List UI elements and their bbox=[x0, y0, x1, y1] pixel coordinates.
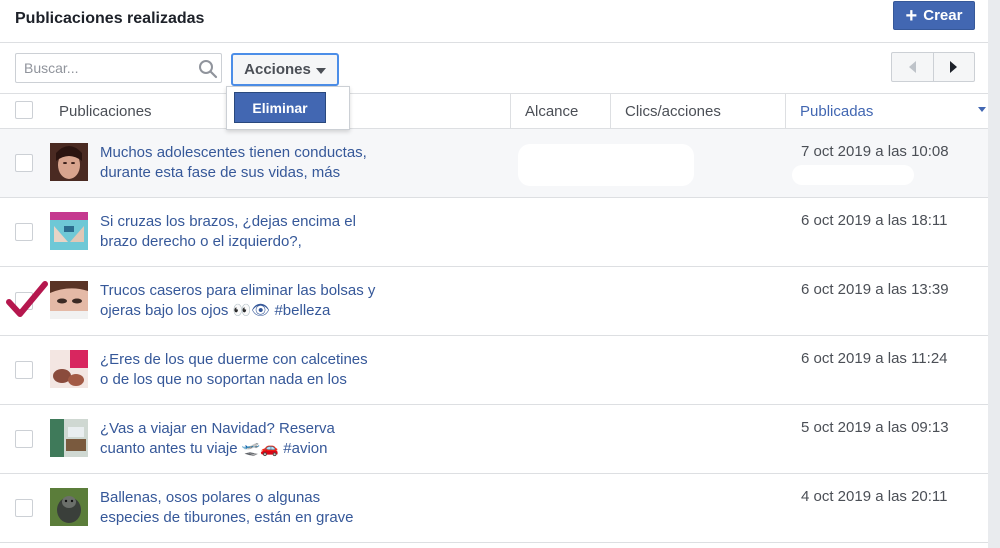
row-checkbox[interactable] bbox=[15, 154, 33, 172]
publish-date: 6 oct 2019 a las 13:39 bbox=[801, 281, 949, 298]
chevron-right-icon bbox=[950, 61, 958, 73]
post-thumbnail bbox=[50, 281, 88, 319]
page-header: Publicaciones realizadas + Crear bbox=[0, 0, 988, 43]
post-thumbnail bbox=[50, 143, 88, 181]
post-link[interactable]: Si cruzas los brazos, ¿dejas encima el b… bbox=[100, 212, 400, 252]
search-input[interactable] bbox=[24, 59, 194, 77]
table-row[interactable]: Muchos adolescentes tienen conductas, du… bbox=[0, 129, 988, 198]
publish-date: 6 oct 2019 a las 11:24 bbox=[801, 350, 948, 367]
post-thumbnail bbox=[50, 419, 88, 457]
sort-descending-icon bbox=[978, 107, 986, 112]
post-text-line: ¿Vas a viajar en Navidad? Reserva bbox=[100, 420, 335, 437]
create-button-label: Crear bbox=[923, 7, 963, 24]
actions-dropdown-menu: Eliminar bbox=[226, 86, 350, 130]
delete-menu-item[interactable]: Eliminar bbox=[234, 92, 326, 123]
post-text-line: Ballenas, osos polares o algunas bbox=[100, 489, 321, 506]
toolbar: Acciones bbox=[0, 43, 988, 93]
actions-label: Acciones bbox=[244, 61, 311, 78]
search-icon[interactable] bbox=[198, 59, 218, 79]
publish-date: 7 oct 2019 a las 10:08 bbox=[801, 143, 949, 160]
post-text-line: brazo derecho o el izquierdo?, bbox=[100, 233, 302, 250]
post-text-line: especies de tiburones, están en grave bbox=[100, 509, 354, 526]
previous-page-button[interactable] bbox=[892, 53, 933, 81]
chevron-left-icon bbox=[908, 61, 916, 73]
post-text-line: durante esta fase de sus vidas, más bbox=[100, 164, 341, 181]
next-page-button[interactable] bbox=[932, 53, 975, 81]
post-text-line: cuanto antes tu viaje 🛫🚗 #avion bbox=[100, 440, 328, 457]
post-link[interactable]: ¿Eres de los que duerme con calcetines o… bbox=[100, 350, 400, 390]
redacted-area bbox=[792, 165, 914, 185]
table-header: Publicaciones Alcance Clics/acciones Pub… bbox=[0, 93, 988, 129]
post-text-line: Muchos adolescentes tienen conductas, bbox=[100, 144, 367, 161]
post-text-line: Si cruzas los brazos, ¿dejas encima el bbox=[100, 213, 356, 230]
post-link[interactable]: Trucos caseros para eliminar las bolsas … bbox=[100, 281, 400, 321]
post-link[interactable]: ¿Vas a viajar en Navidad? Reserva cuanto… bbox=[100, 419, 400, 459]
publish-date: 6 oct 2019 a las 18:11 bbox=[801, 212, 948, 229]
pagination bbox=[891, 52, 975, 82]
row-checkbox[interactable] bbox=[15, 361, 33, 379]
row-checkbox[interactable] bbox=[15, 223, 33, 241]
post-link[interactable]: Muchos adolescentes tienen conductas, du… bbox=[100, 143, 400, 183]
caret-down-icon bbox=[315, 67, 326, 74]
create-button[interactable]: + Crear bbox=[893, 1, 975, 30]
post-thumbnail bbox=[50, 488, 88, 526]
publish-date: 5 oct 2019 a las 09:13 bbox=[801, 419, 949, 436]
search-box bbox=[15, 53, 222, 83]
plus-icon: + bbox=[905, 4, 918, 27]
post-thumbnail bbox=[50, 212, 88, 250]
select-all-checkbox[interactable] bbox=[15, 101, 33, 119]
redacted-area bbox=[518, 144, 694, 186]
publish-date: 4 oct 2019 a las 20:11 bbox=[801, 488, 948, 505]
table-row[interactable]: Si cruzas los brazos, ¿dejas encima el b… bbox=[0, 198, 988, 267]
column-header-alcance[interactable]: Alcance bbox=[510, 94, 610, 129]
post-text-line: Trucos caseros para eliminar las bolsas … bbox=[100, 282, 376, 299]
post-text-line: ¿Eres de los que duerme con calcetines bbox=[100, 351, 368, 368]
table-row[interactable]: Ballenas, osos polares o algunas especie… bbox=[0, 474, 988, 543]
post-thumbnail bbox=[50, 350, 88, 388]
scrollbar-gutter bbox=[988, 0, 1000, 548]
column-header-clics[interactable]: Clics/acciones bbox=[610, 94, 785, 129]
post-link[interactable]: Ballenas, osos polares o algunas especie… bbox=[100, 488, 400, 528]
actions-dropdown-button[interactable]: Acciones bbox=[231, 53, 339, 86]
table-row[interactable]: ¿Eres de los que duerme con calcetines o… bbox=[0, 336, 988, 405]
row-checkbox[interactable] bbox=[15, 430, 33, 448]
row-checkbox[interactable] bbox=[15, 499, 33, 517]
post-text-line: o de los que no soportan nada en los bbox=[100, 371, 347, 388]
page-title: Publicaciones realizadas bbox=[15, 10, 205, 27]
post-text-line: ojeras bajo los ojos 👀👁 #belleza bbox=[100, 302, 331, 319]
table-row[interactable]: ¿Vas a viajar en Navidad? Reserva cuanto… bbox=[0, 405, 988, 474]
table-row[interactable]: Trucos caseros para eliminar las bolsas … bbox=[0, 267, 988, 336]
column-header-publicadas[interactable]: Publicadas bbox=[785, 94, 988, 129]
checkmark-icon bbox=[6, 281, 48, 317]
